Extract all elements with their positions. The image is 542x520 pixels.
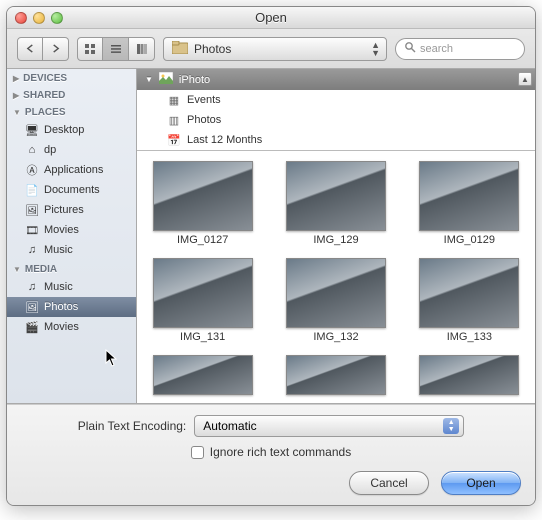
window-title: Open bbox=[7, 10, 535, 25]
encoding-popup[interactable]: Automatic ▲▼ bbox=[194, 415, 464, 437]
forward-button[interactable] bbox=[43, 37, 69, 61]
encoding-row: Plain Text Encoding: Automatic ▲▼ bbox=[21, 415, 521, 437]
source-header-iphoto[interactable]: ▼ iPhoto bbox=[137, 69, 535, 90]
thumbnail-item[interactable]: IMG_131 bbox=[145, 258, 260, 343]
path-label: Photos bbox=[194, 42, 231, 56]
source-row-last12months[interactable]: 📅Last 12 Months bbox=[137, 130, 535, 150]
thumbnail-item[interactable]: IMG_0129 bbox=[412, 161, 527, 246]
documents-icon: 📄 bbox=[25, 183, 39, 197]
events-icon: ▦ bbox=[167, 93, 181, 107]
dialog-buttons: Cancel Open bbox=[21, 467, 521, 495]
disclosure-triangle-icon: ▶ bbox=[13, 74, 19, 83]
thumbnail-item[interactable] bbox=[145, 355, 260, 395]
pictures-icon: 🖼 bbox=[25, 203, 39, 217]
disclosure-triangle-icon: ▼ bbox=[13, 108, 21, 117]
titlebar: Open bbox=[7, 7, 535, 29]
sidebar-item-pictures[interactable]: 🖼Pictures bbox=[7, 200, 136, 220]
sidebar-section-places[interactable]: ▼ PLACES bbox=[7, 103, 136, 120]
main-split: ▶ DEVICES ▶ SHARED ▼ PLACES 🖥Desktop ⌂dp… bbox=[7, 69, 535, 404]
calendar-icon: 📅 bbox=[167, 133, 181, 147]
thumbnail-item[interactable]: IMG_129 bbox=[278, 161, 393, 246]
source-list: ▼ iPhoto ▦Events ▥Photos 📅Last 12 Months… bbox=[137, 69, 535, 151]
thumbnail-item[interactable]: IMG_0127 bbox=[145, 161, 260, 246]
applications-icon: Ⓐ bbox=[25, 163, 39, 177]
toolbar: Photos ▲▼ search bbox=[7, 29, 535, 69]
sidebar-item-media-music[interactable]: ♫Music bbox=[7, 277, 136, 297]
sidebar-section-shared[interactable]: ▶ SHARED bbox=[7, 86, 136, 103]
popup-arrows-icon: ▲▼ bbox=[371, 41, 380, 57]
back-forward-segment bbox=[17, 37, 69, 61]
options-panel: Plain Text Encoding: Automatic ▲▼ Ignore… bbox=[7, 404, 535, 505]
scroll-up-button[interactable]: ▲ bbox=[518, 72, 532, 86]
search-placeholder: search bbox=[420, 43, 453, 55]
search-field[interactable]: search bbox=[395, 38, 525, 60]
thumbnail-image bbox=[419, 161, 519, 231]
photos-icon: ▥ bbox=[167, 113, 181, 127]
thumbnail-image bbox=[286, 161, 386, 231]
sidebar-section-media[interactable]: ▼ MEDIA bbox=[7, 260, 136, 277]
ignore-rich-text-checkbox[interactable] bbox=[191, 446, 204, 459]
movies-icon: 🎬 bbox=[25, 320, 39, 334]
movies-icon: 🎞 bbox=[25, 223, 39, 237]
sidebar-item-home[interactable]: ⌂dp bbox=[7, 140, 136, 160]
thumbnail-item[interactable] bbox=[412, 355, 527, 395]
cancel-button[interactable]: Cancel bbox=[349, 471, 429, 495]
thumbnail-item[interactable]: IMG_133 bbox=[412, 258, 527, 343]
disclosure-triangle-icon: ▼ bbox=[13, 265, 21, 274]
photos-icon: 🖼 bbox=[25, 300, 39, 314]
popup-arrows-icon: ▲▼ bbox=[443, 418, 459, 434]
source-row-photos[interactable]: ▥Photos bbox=[137, 110, 535, 130]
open-button[interactable]: Open bbox=[441, 471, 521, 495]
thumbnail-grid: IMG_0127 IMG_129 IMG_0129 IMG_131 IMG_13… bbox=[145, 161, 527, 395]
ignore-rich-text-row: Ignore rich text commands bbox=[21, 445, 521, 459]
music-icon: ♫ bbox=[25, 243, 39, 257]
search-icon bbox=[404, 41, 416, 56]
disclosure-triangle-icon: ▶ bbox=[13, 91, 19, 100]
folder-icon bbox=[172, 41, 188, 57]
column-view-button[interactable] bbox=[129, 37, 155, 61]
music-icon: ♫ bbox=[25, 280, 39, 294]
content-pane: ▼ iPhoto ▦Events ▥Photos 📅Last 12 Months… bbox=[137, 69, 535, 403]
open-dialog-window: Open Photos ▲▼ bbox=[6, 6, 536, 506]
thumbnail-image bbox=[419, 258, 519, 328]
thumbnail-item[interactable]: IMG_132 bbox=[278, 258, 393, 343]
thumbnail-image bbox=[286, 355, 386, 395]
sidebar-item-music[interactable]: ♫Music bbox=[7, 240, 136, 260]
home-icon: ⌂ bbox=[25, 143, 39, 157]
sidebar-item-documents[interactable]: 📄Documents bbox=[7, 180, 136, 200]
sidebar-item-movies[interactable]: 🎞Movies bbox=[7, 220, 136, 240]
disclosure-triangle-icon: ▼ bbox=[145, 75, 153, 84]
thumbnail-browser: IMG_0127 IMG_129 IMG_0129 IMG_131 IMG_13… bbox=[137, 151, 535, 403]
encoding-label: Plain Text Encoding: bbox=[78, 419, 187, 433]
thumbnail-image bbox=[419, 355, 519, 395]
thumbnail-image bbox=[286, 258, 386, 328]
view-mode-segment bbox=[77, 37, 155, 61]
path-popup[interactable]: Photos ▲▼ bbox=[163, 37, 387, 61]
sidebar-item-applications[interactable]: ⒶApplications bbox=[7, 160, 136, 180]
desktop-icon: 🖥 bbox=[25, 123, 39, 137]
thumbnail-item[interactable] bbox=[278, 355, 393, 395]
source-row-events[interactable]: ▦Events bbox=[137, 90, 535, 110]
iphoto-icon bbox=[159, 72, 173, 87]
thumbnail-image bbox=[153, 355, 253, 395]
list-view-button[interactable] bbox=[103, 37, 129, 61]
sidebar-item-media-photos[interactable]: 🖼Photos bbox=[7, 297, 136, 317]
thumbnail-image bbox=[153, 258, 253, 328]
sidebar-section-devices[interactable]: ▶ DEVICES bbox=[7, 69, 136, 86]
sidebar: ▶ DEVICES ▶ SHARED ▼ PLACES 🖥Desktop ⌂dp… bbox=[7, 69, 137, 403]
ignore-rich-text-label: Ignore rich text commands bbox=[210, 445, 351, 459]
sidebar-item-media-movies[interactable]: 🎬Movies bbox=[7, 317, 136, 337]
thumbnail-image bbox=[153, 161, 253, 231]
icon-view-button[interactable] bbox=[77, 37, 103, 61]
sidebar-item-desktop[interactable]: 🖥Desktop bbox=[7, 120, 136, 140]
back-button[interactable] bbox=[17, 37, 43, 61]
